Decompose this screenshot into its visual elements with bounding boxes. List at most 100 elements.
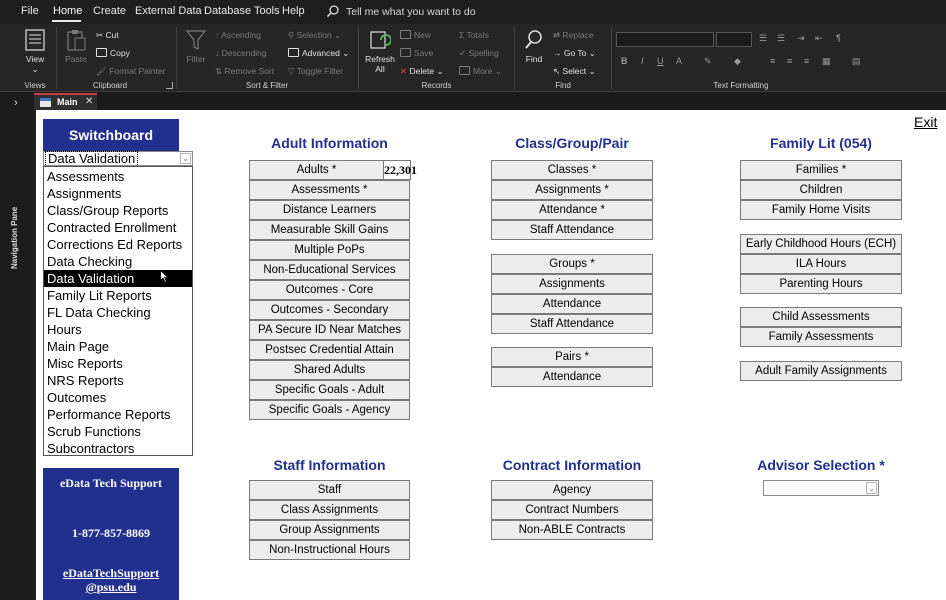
group-staff-attendance-button[interactable]: Staff Attendance [491, 314, 653, 334]
pairs-button[interactable]: Pairs * [491, 347, 653, 367]
search-icon[interactable] [326, 4, 340, 18]
postsec-credential-button[interactable]: Postsec Credential Attain [249, 340, 410, 360]
advanced-button[interactable]: Advanced ⌄ [288, 48, 349, 59]
class-attendance-button[interactable]: Attendance * [491, 200, 653, 220]
indent-icon[interactable]: ⇥ [797, 33, 805, 44]
dropdown-item[interactable]: Corrections Ed Reports [44, 236, 192, 253]
menu-create[interactable]: Create [93, 5, 126, 17]
staff-class-assignments-button[interactable]: Class Assignments [249, 500, 410, 520]
measurable-skill-gains-button[interactable]: Measurable Skill Gains [249, 220, 410, 240]
pa-secure-id-button[interactable]: PA Secure ID Near Matches [249, 320, 410, 340]
delete-record-button[interactable]: ✕ Delete ⌄ [400, 66, 444, 77]
save-record-button[interactable]: Save [400, 48, 433, 58]
tab-main[interactable]: Main ✕ [34, 93, 97, 110]
assessments-button[interactable]: Assessments * [249, 180, 410, 200]
selection-button[interactable]: ⚲ Selection ⌄ [288, 30, 341, 41]
dropdown-item[interactable]: Misc Reports [44, 355, 192, 372]
numbering-icon[interactable]: ☰ [777, 33, 785, 44]
bullets-icon[interactable]: ☰ [759, 33, 767, 44]
ila-hours-button[interactable]: ILA Hours [740, 254, 902, 274]
format-painter-button[interactable]: 🖌 Format Painter [96, 66, 165, 77]
class-staff-attendance-button[interactable]: Staff Attendance [491, 220, 653, 240]
go-to-button[interactable]: → Go To ⌄ [553, 48, 596, 59]
dropdown-item[interactable]: Main Page [44, 338, 192, 355]
copy-button[interactable]: Copy [96, 48, 130, 58]
navigation-pane[interactable]: › Navigation Pane [0, 93, 33, 600]
specific-goals-agency-button[interactable]: Specific Goals - Agency [249, 400, 410, 420]
early-childhood-hours-button[interactable]: Early Childhood Hours (ECH) [740, 234, 902, 254]
staff-button[interactable]: Staff [249, 480, 410, 500]
view-button[interactable]: View ⌄ [22, 28, 48, 74]
font-color-icon[interactable]: A [676, 56, 682, 66]
chevron-down-icon[interactable]: ⌄ [180, 153, 191, 164]
find-button[interactable]: Find [520, 28, 548, 64]
advisor-selection-combo[interactable]: ⌄ [763, 480, 879, 496]
menu-file[interactable]: File [21, 5, 39, 17]
non-educational-services-button[interactable]: Non-Educational Services [249, 260, 410, 280]
dropdown-item[interactable]: Hours [44, 321, 192, 338]
switchboard-dropdown[interactable]: Assessments Assignments Class/Group Repo… [43, 166, 193, 456]
group-assignments-button[interactable]: Assignments [491, 274, 653, 294]
family-home-visits-button[interactable]: Family Home Visits [740, 200, 902, 220]
contract-numbers-button[interactable]: Contract Numbers [491, 500, 653, 520]
children-button[interactable]: Children [740, 180, 902, 200]
dropdown-item[interactable]: FL Data Checking [44, 304, 192, 321]
filter-button[interactable]: Filter [182, 28, 210, 64]
menu-home[interactable]: Home [53, 5, 82, 17]
switchboard-selected-value[interactable]: Data Validation [45, 151, 139, 167]
remove-sort-button[interactable]: ⇅ Remove Sort [215, 66, 274, 77]
align-center-icon[interactable]: ≡ [787, 56, 792, 66]
specific-goals-adult-button[interactable]: Specific Goals - Adult [249, 380, 410, 400]
new-record-button[interactable]: New [400, 30, 431, 40]
dropdown-item[interactable]: Data Checking [44, 253, 192, 270]
align-left-icon[interactable]: ≡ [770, 56, 775, 66]
staff-group-assignments-button[interactable]: Group Assignments [249, 520, 410, 540]
cut-button[interactable]: ✂ Cut [96, 30, 119, 41]
font-name-combo[interactable] [616, 32, 714, 47]
chevron-right-icon[interactable]: › [14, 97, 18, 109]
child-assessments-button[interactable]: Child Assessments [740, 307, 902, 327]
font-size-combo[interactable] [716, 32, 752, 47]
non-instructional-hours-button[interactable]: Non-Instructional Hours [249, 540, 410, 560]
clipboard-launcher-icon[interactable] [166, 82, 173, 89]
align-right-icon[interactable]: ≡ [804, 56, 809, 66]
classes-button[interactable]: Classes * [491, 160, 653, 180]
groups-button[interactable]: Groups * [491, 254, 653, 274]
gridlines-icon[interactable]: ▦ [822, 56, 831, 67]
outcomes-secondary-button[interactable]: Outcomes - Secondary [249, 300, 410, 320]
group-attendance-button[interactable]: Attendance [491, 294, 653, 314]
parenting-hours-button[interactable]: Parenting Hours [740, 274, 902, 294]
italic-button[interactable]: I [641, 56, 644, 66]
adult-family-assignments-button[interactable]: Adult Family Assignments [740, 361, 902, 381]
fill-color-icon[interactable]: ◆ [734, 56, 741, 67]
paste-button[interactable]: Paste [62, 28, 90, 64]
outdent-icon[interactable]: ⇤ [815, 33, 823, 44]
switchboard-combo[interactable]: Data Validation ⌄ [43, 151, 193, 167]
pair-attendance-button[interactable]: Attendance [491, 367, 653, 387]
exit-button[interactable]: Exit [914, 114, 937, 130]
tell-me-input[interactable]: Tell me what you want to do [346, 6, 476, 18]
highlight-icon[interactable]: ✎ [704, 56, 712, 67]
dropdown-item[interactable]: Assessments [44, 168, 192, 185]
dropdown-item[interactable]: Subcontractors [44, 440, 192, 457]
refresh-all-button[interactable]: Refresh All [364, 28, 396, 74]
menu-help[interactable]: Help [282, 5, 305, 17]
menu-external-data[interactable]: External Data [135, 5, 202, 17]
support-email-link[interactable]: eDataTechSupport @psu.edu [43, 566, 179, 594]
bold-button[interactable]: B [621, 56, 628, 66]
non-able-contracts-button[interactable]: Non-ABLE Contracts [491, 520, 653, 540]
multiple-pops-button[interactable]: Multiple PoPs [249, 240, 410, 260]
adults-button[interactable]: Adults * [249, 160, 384, 180]
dropdown-item[interactable]: NRS Reports [44, 372, 192, 389]
ascending-button[interactable]: ↑ Ascending [215, 30, 261, 40]
menu-database-tools[interactable]: Database Tools [204, 5, 280, 17]
totals-button[interactable]: Σ Totals [459, 30, 489, 40]
families-button[interactable]: Families * [740, 160, 902, 180]
dropdown-item[interactable]: Assignments [44, 185, 192, 202]
dropdown-item[interactable]: Contracted Enrollment [44, 219, 192, 236]
dropdown-item[interactable]: Class/Group Reports [44, 202, 192, 219]
close-icon[interactable]: ✕ [85, 96, 93, 107]
dropdown-item[interactable]: Outcomes [44, 389, 192, 406]
dropdown-item[interactable]: Scrub Functions [44, 423, 192, 440]
replace-button[interactable]: ⇄ Replace [553, 30, 594, 41]
